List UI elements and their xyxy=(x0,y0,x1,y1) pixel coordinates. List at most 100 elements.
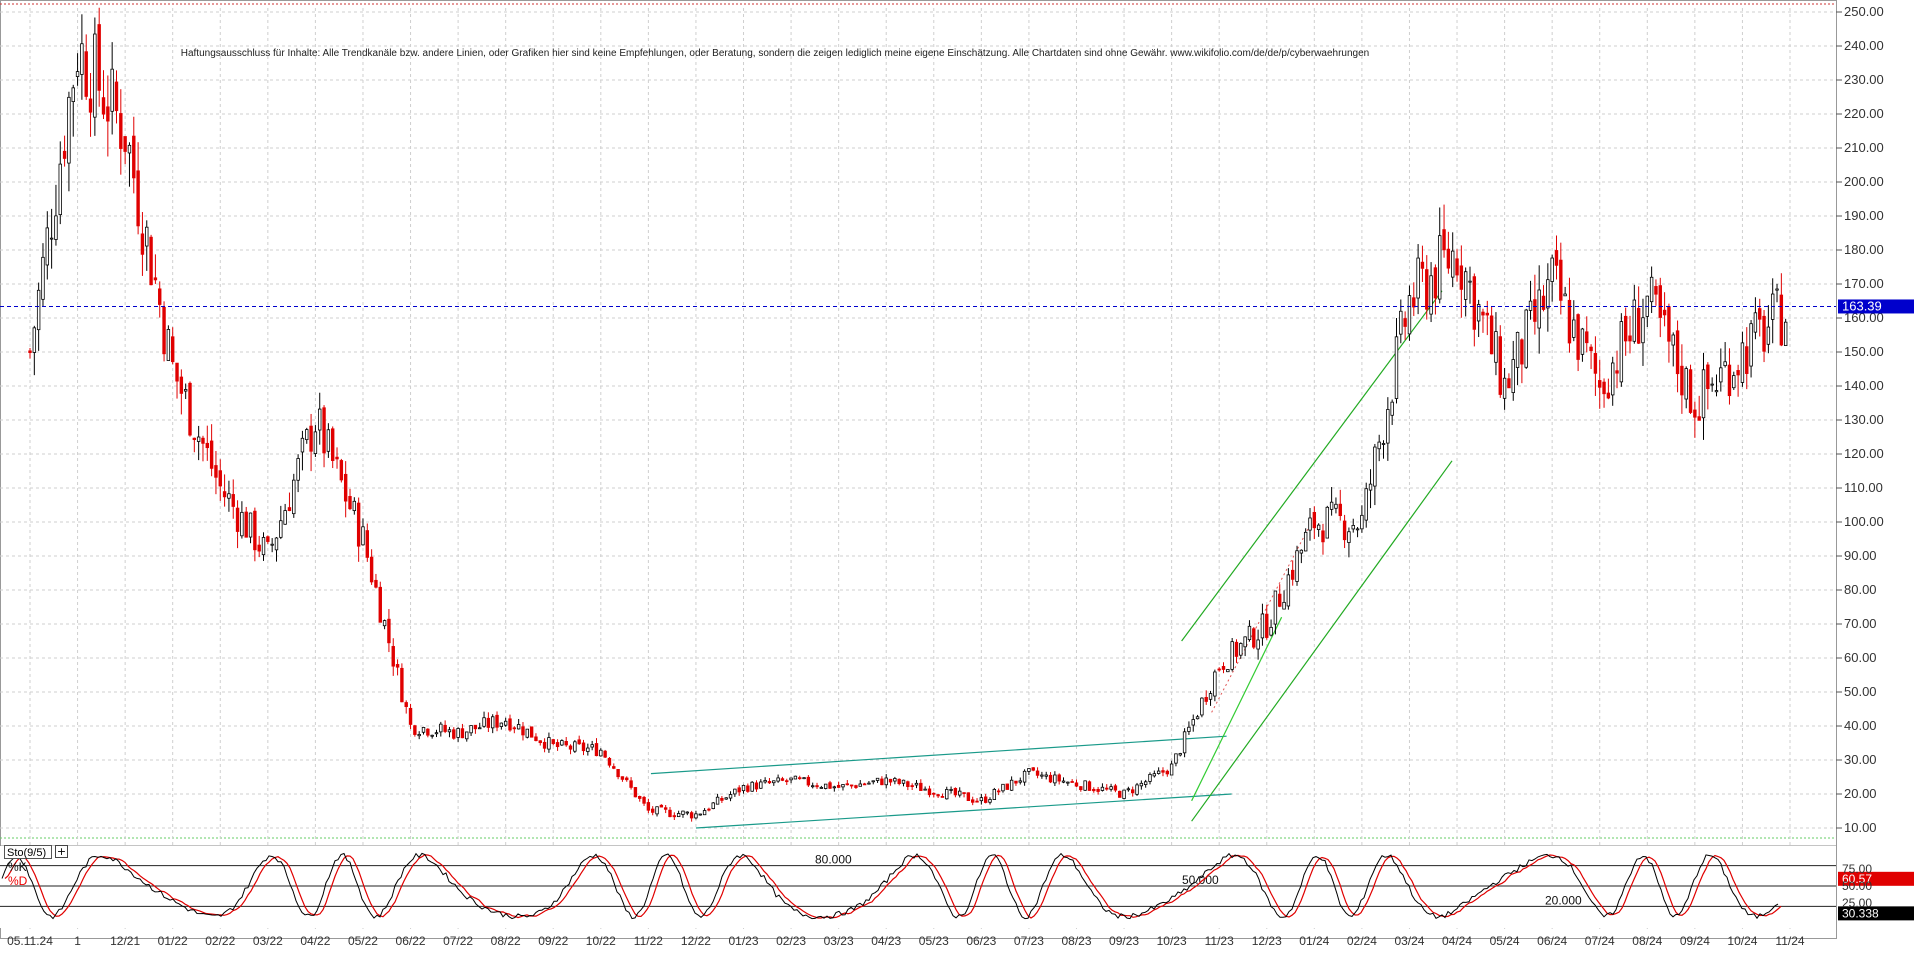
candle-body xyxy=(1373,446,1377,487)
candle-body xyxy=(594,743,599,757)
candle-body xyxy=(949,789,953,791)
candle-body xyxy=(209,440,214,469)
candle-body xyxy=(996,790,1001,793)
candle-body xyxy=(235,507,240,532)
x-tick-label: 09/23 xyxy=(1109,934,1139,948)
candle-body xyxy=(1066,781,1070,784)
candle-body xyxy=(1541,295,1546,310)
candle-body xyxy=(1035,770,1040,776)
candle-body xyxy=(971,799,975,803)
x-tick-label: 02/22 xyxy=(205,934,235,948)
candle-body xyxy=(1455,258,1459,276)
candle-body xyxy=(1762,315,1766,352)
candle-body xyxy=(348,496,352,510)
candle-body xyxy=(772,780,776,784)
candle-body xyxy=(1208,693,1213,700)
candle-body xyxy=(1005,783,1009,790)
candle-body xyxy=(681,810,685,815)
x-tick-label: 1 xyxy=(74,934,81,948)
candle-body xyxy=(49,237,54,240)
candle-body xyxy=(1602,381,1606,395)
candle-body xyxy=(67,96,71,164)
candle-body xyxy=(465,731,469,740)
candle-body xyxy=(374,579,378,588)
candle-body xyxy=(1710,383,1714,386)
candle-body xyxy=(1061,780,1066,783)
candle-body xyxy=(1641,317,1645,344)
candle-body xyxy=(361,526,365,546)
x-tick-label: 05.11.24 xyxy=(7,934,53,948)
candle-body xyxy=(694,813,698,819)
x-tick-label: 03/22 xyxy=(253,934,283,948)
candle-body xyxy=(599,749,603,757)
candle-body xyxy=(1325,506,1329,539)
x-tick-label: 10/24 xyxy=(1727,934,1757,948)
x-tick-label: 08/24 xyxy=(1632,934,1662,948)
candle-body xyxy=(858,783,862,787)
candle-body xyxy=(1489,315,1494,355)
candle-body xyxy=(1550,257,1554,282)
candle-body xyxy=(988,799,992,803)
candle-body xyxy=(958,790,962,796)
candle-body xyxy=(914,782,919,786)
y-tick-label: 10.00 xyxy=(1844,820,1877,835)
candle-body xyxy=(815,785,819,788)
indicator-name-box[interactable]: Sto(9/5) xyxy=(4,845,52,859)
candle-body xyxy=(1442,229,1446,251)
candle-body xyxy=(171,336,175,363)
candle-body xyxy=(871,780,875,783)
candle-body xyxy=(1195,716,1200,720)
candle-body xyxy=(776,777,780,782)
candle-body xyxy=(183,389,188,392)
candle-body xyxy=(555,742,560,748)
x-tick-label: 11/23 xyxy=(1205,934,1234,948)
candle-body xyxy=(1334,503,1338,509)
candle-body xyxy=(802,777,806,780)
y-tick-label: 90.00 xyxy=(1844,548,1877,563)
candle-body xyxy=(1295,550,1299,582)
candle-body xyxy=(101,97,106,115)
candle-body xyxy=(499,722,504,727)
candle-body xyxy=(1221,666,1226,670)
candle-body xyxy=(331,428,335,461)
candle-body xyxy=(54,215,58,240)
candle-body xyxy=(923,788,927,791)
x-tick-label: 09/22 xyxy=(538,934,568,948)
candle-body xyxy=(1122,789,1126,799)
candle-body xyxy=(136,170,140,227)
x-tick-label: 12/22 xyxy=(681,934,711,948)
candle-body xyxy=(1286,574,1291,607)
indicator-toggle-button[interactable]: + xyxy=(55,845,68,858)
candle-body xyxy=(257,544,261,552)
candle-body xyxy=(854,785,858,788)
candle-body xyxy=(248,512,253,538)
stoch-axis-label: 75.00 xyxy=(1842,862,1872,876)
candle-body xyxy=(1156,770,1161,774)
candle-body xyxy=(28,350,32,353)
candle-body xyxy=(1502,377,1507,399)
candle-body xyxy=(966,792,971,801)
candle-body xyxy=(793,775,798,780)
candle-body xyxy=(1135,784,1139,795)
candle-body xyxy=(486,717,491,728)
candle-body xyxy=(629,780,633,788)
candle-body xyxy=(1247,625,1252,641)
candle-body xyxy=(711,802,715,810)
candle-body xyxy=(1779,294,1784,346)
candle-body xyxy=(1278,593,1282,607)
last-price-label: 163.39 xyxy=(1842,298,1882,313)
candle-body xyxy=(698,813,702,816)
candle-body xyxy=(1606,392,1611,399)
candle-body xyxy=(1511,359,1515,393)
candle-body xyxy=(175,362,179,382)
candle-body xyxy=(1662,309,1667,316)
candle-body xyxy=(573,741,577,752)
candle-body xyxy=(227,493,231,499)
candle-body xyxy=(356,502,361,547)
candle-body xyxy=(93,33,97,118)
candle-body xyxy=(785,780,789,783)
candle-body xyxy=(1745,346,1749,374)
candle-body xyxy=(1524,309,1528,368)
x-tick-label: 06/24 xyxy=(1537,934,1567,948)
x-tick-label: 02/23 xyxy=(776,934,806,948)
